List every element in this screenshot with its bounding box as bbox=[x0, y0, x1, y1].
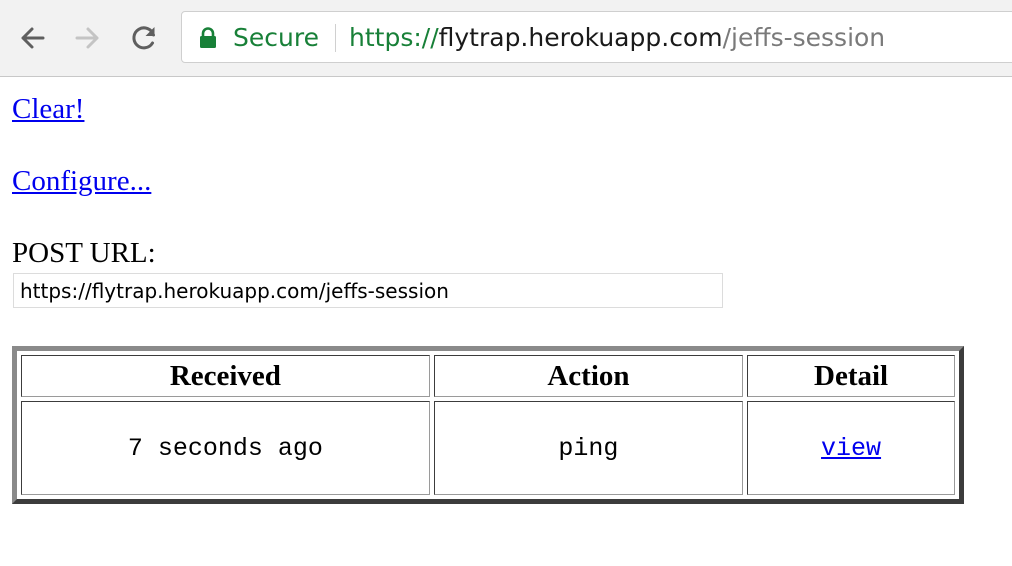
address-bar-divider bbox=[335, 24, 336, 52]
post-url-label: POST URL: bbox=[12, 237, 156, 269]
forward-button[interactable] bbox=[71, 21, 105, 55]
table-row: 7 seconds ago ping view bbox=[21, 401, 955, 495]
header-action: Action bbox=[433, 355, 744, 397]
post-url-field[interactable] bbox=[13, 273, 723, 308]
secure-label: Secure bbox=[233, 23, 319, 52]
received-cell: 7 seconds ago bbox=[21, 401, 430, 495]
events-table: Received Action Detail 7 seconds ago pin… bbox=[12, 346, 964, 504]
back-button[interactable] bbox=[15, 21, 49, 55]
lock-icon bbox=[199, 26, 217, 55]
url-text: https://flytrap.herokuapp.com/jeffs-sess… bbox=[349, 23, 885, 52]
reload-icon bbox=[132, 26, 155, 50]
reload-button[interactable] bbox=[127, 21, 161, 55]
url-host: flytrap.herokuapp.com bbox=[438, 23, 723, 52]
detail-cell: view bbox=[747, 401, 955, 495]
action-cell: ping bbox=[433, 401, 744, 495]
arrow-right-icon bbox=[75, 27, 99, 49]
browser-toolbar: Secure https://flytrap.herokuapp.com/jef… bbox=[0, 0, 1012, 77]
view-link[interactable]: view bbox=[821, 434, 881, 463]
header-received: Received bbox=[21, 355, 430, 397]
header-detail: Detail bbox=[747, 355, 955, 397]
arrow-left-icon bbox=[21, 27, 45, 49]
url-path: /jeffs-session bbox=[722, 23, 886, 52]
table-header-row: Received Action Detail bbox=[21, 355, 955, 397]
address-bar[interactable]: Secure https://flytrap.herokuapp.com/jef… bbox=[181, 11, 1012, 63]
configure-link[interactable]: Configure... bbox=[12, 165, 151, 198]
url-scheme: https:// bbox=[349, 23, 439, 52]
clear-link[interactable]: Clear! bbox=[12, 93, 84, 126]
